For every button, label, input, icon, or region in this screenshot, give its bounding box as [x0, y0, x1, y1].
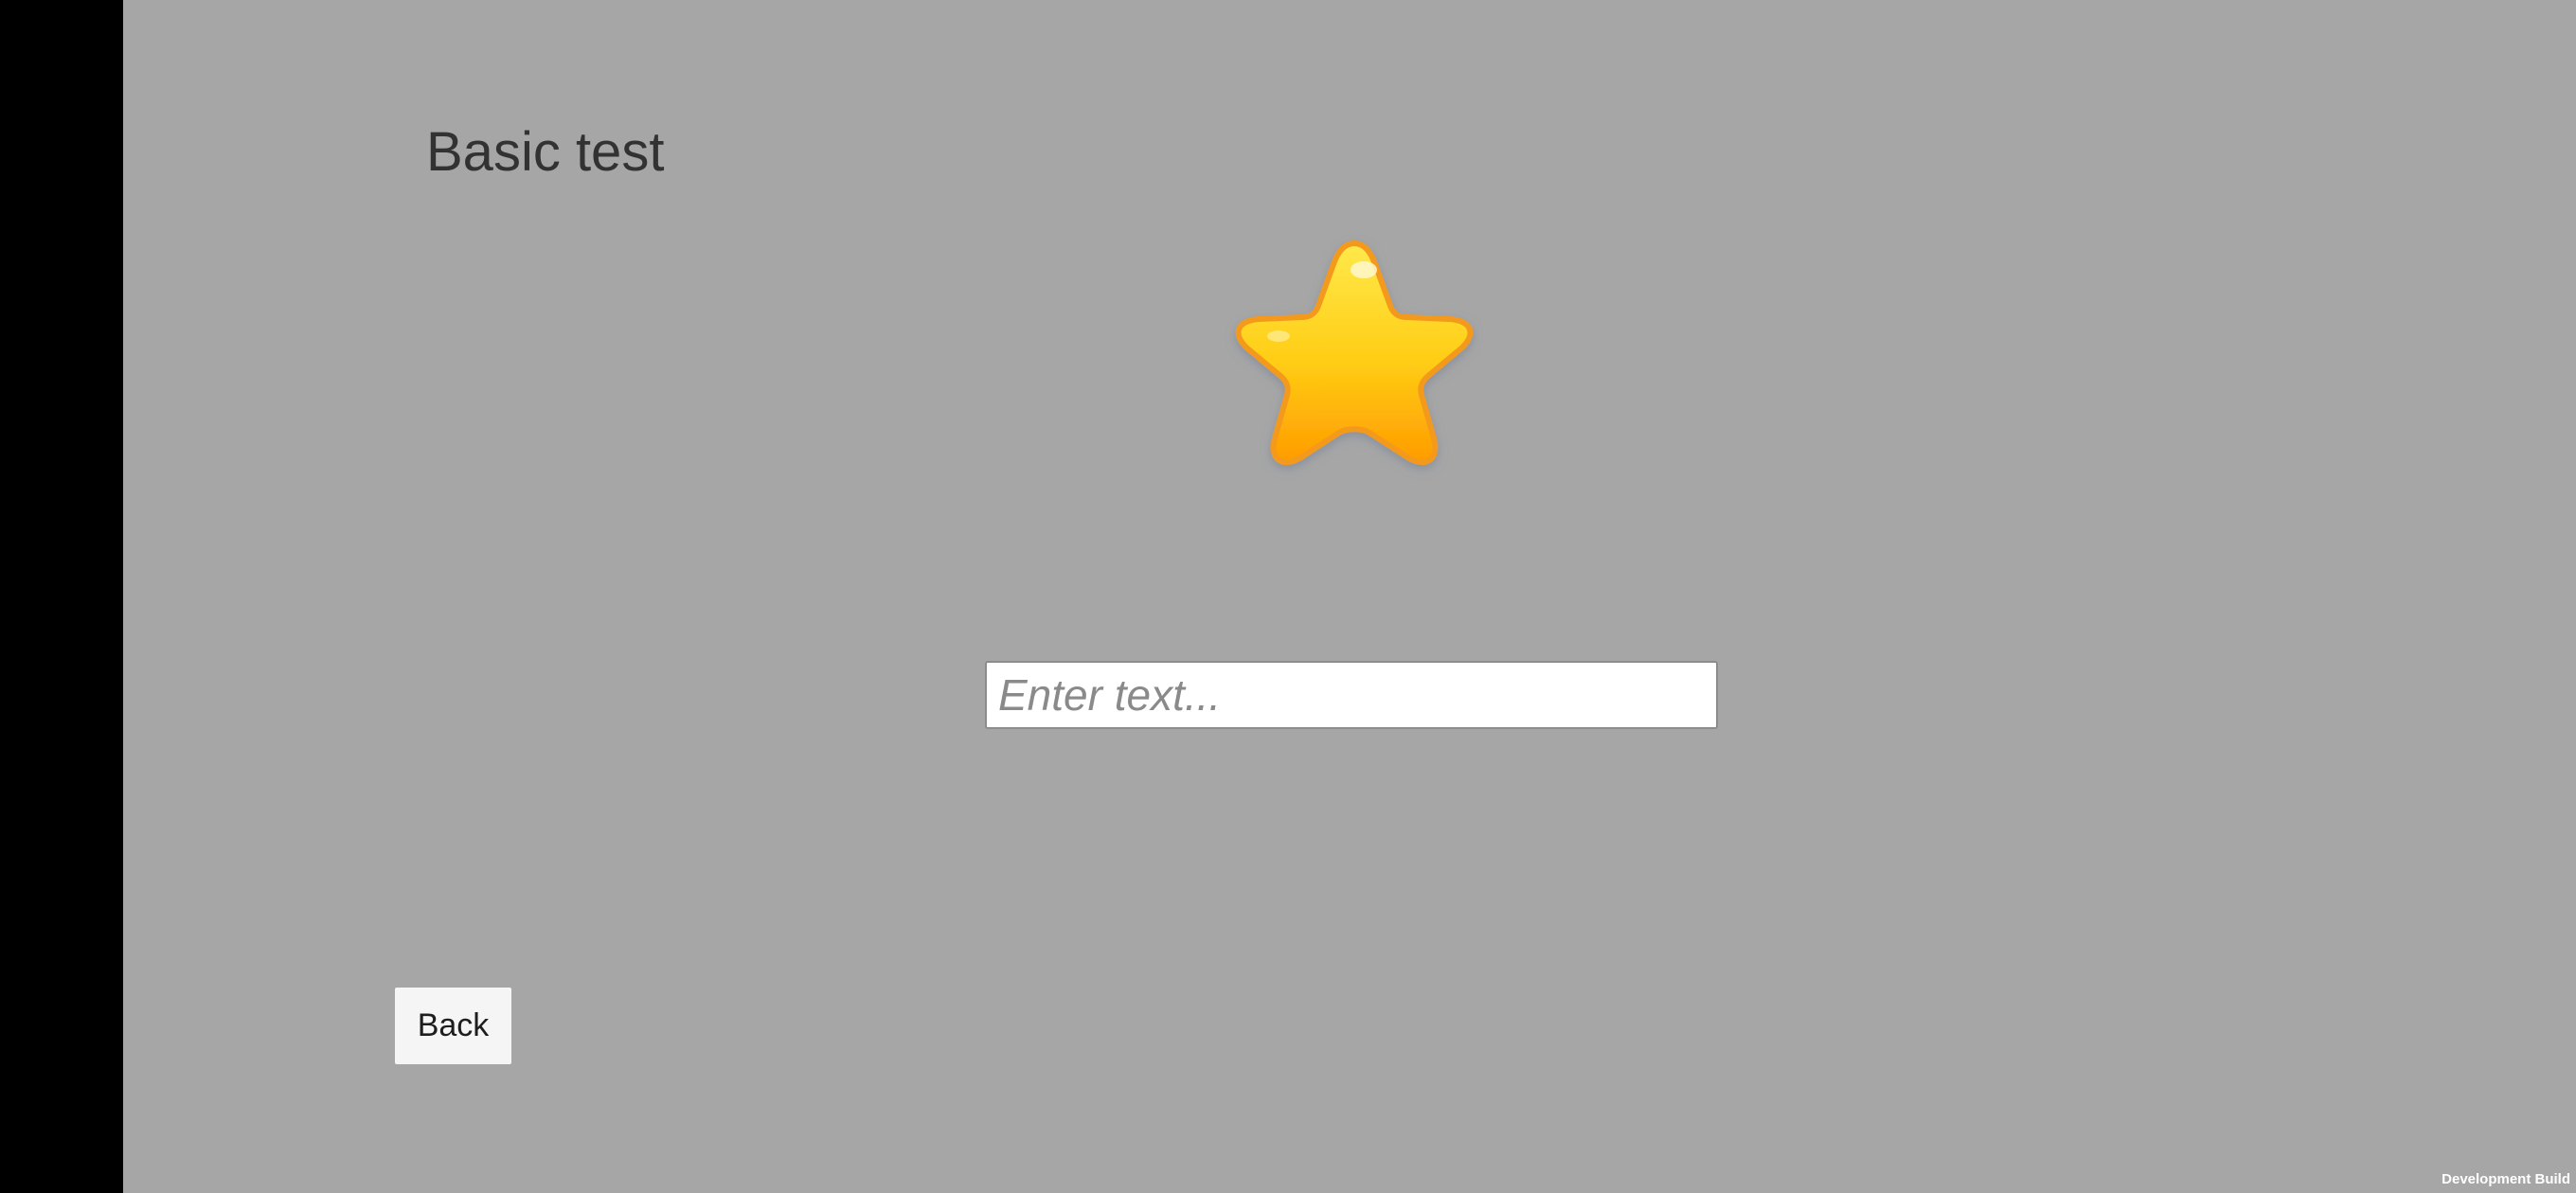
text-input-field[interactable]	[985, 661, 1718, 729]
development-build-watermark: Development Build	[2442, 1171, 2570, 1187]
page-title: Basic test	[426, 121, 665, 183]
star-icon	[1235, 240, 1474, 466]
left-letterbox-bar	[0, 0, 123, 1193]
scene-canvas: Basic test Back Development Build	[123, 0, 2576, 1193]
back-button[interactable]: Back	[395, 988, 511, 1064]
